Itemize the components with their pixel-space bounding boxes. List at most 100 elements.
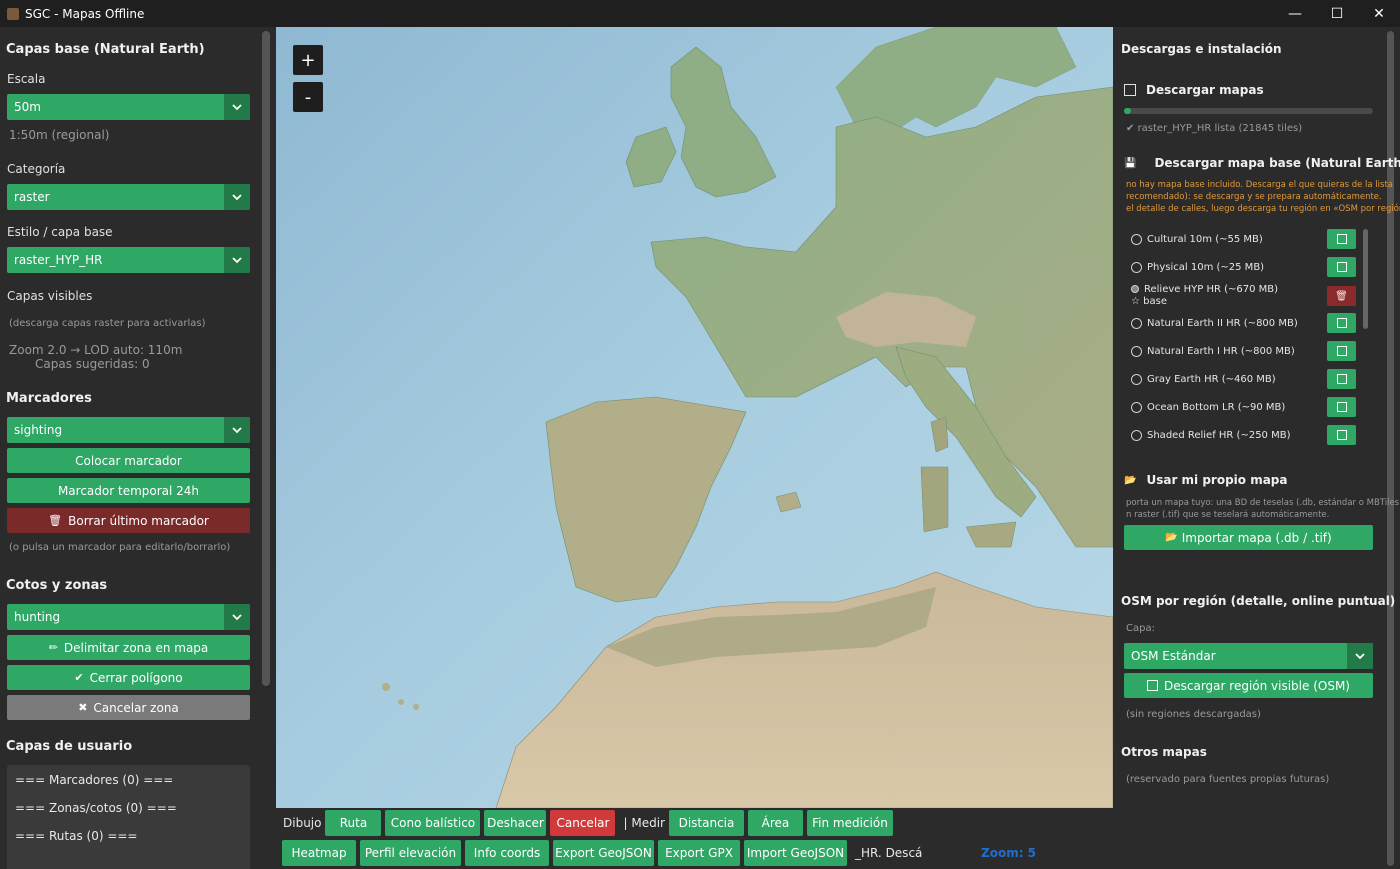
export-geojson-button[interactable]: Export GeoJSON: [553, 840, 654, 866]
download-icon: [1336, 430, 1347, 440]
marker-type-select[interactable]: sighting: [7, 417, 250, 443]
base-map-item-ne2[interactable]: Natural Earth II HR (~800 MB): [1131, 314, 1298, 332]
chevron-down-icon[interactable]: [224, 604, 250, 630]
title-bar: SGC - Mapas Offline — ☐ ✕: [0, 0, 1400, 27]
chevron-down-icon[interactable]: [224, 184, 250, 210]
right-panel: Descargas e instalación Descargar mapas …: [1115, 27, 1400, 869]
raster-ready-status: ✔ raster_HYP_HR lista (21845 tiles): [1126, 123, 1303, 134]
map-view[interactable]: + -: [276, 27, 1113, 808]
window-title: SGC - Mapas Offline: [25, 6, 145, 21]
download-visible-region-button[interactable]: Descargar región visible (OSM): [1124, 673, 1373, 698]
import-map-button[interactable]: 📂 Importar mapa (.db / .tif): [1124, 525, 1373, 550]
download-physical-button[interactable]: [1327, 257, 1356, 277]
route-button[interactable]: Ruta: [325, 810, 382, 836]
zoom-in-button[interactable]: +: [293, 45, 323, 75]
import-geojson-button[interactable]: Import GeoJSON: [744, 840, 847, 866]
download-icon: [1147, 680, 1158, 691]
temp-marker-button[interactable]: Marcador temporal 24h: [7, 478, 250, 503]
suggested-layers: Capas sugeridas: 0: [35, 357, 150, 371]
base-maps-scrollbar[interactable]: [1363, 229, 1368, 329]
place-marker-button[interactable]: Colocar marcador: [7, 448, 250, 473]
list-item[interactable]: === Zonas/cotos (0) ===: [15, 801, 177, 815]
delete-relieve-button[interactable]: 🗑: [1327, 286, 1356, 306]
chevron-down-icon[interactable]: [224, 247, 250, 273]
style-select[interactable]: raster_HYP_HR: [7, 247, 250, 273]
chevron-down-icon[interactable]: [224, 94, 250, 120]
export-gpx-button[interactable]: Export GPX: [658, 840, 740, 866]
minimize-button[interactable]: —: [1274, 0, 1316, 27]
left-scrollbar[interactable]: [262, 31, 270, 686]
elevation-profile-button[interactable]: Perfil elevación: [360, 840, 461, 866]
radio-icon[interactable]: [1131, 429, 1142, 441]
toolbar-row-2: Heatmap Perfil elevación Info coords Exp…: [282, 839, 1036, 867]
warn-line: el detalle de calles, luego descarga tu …: [1126, 204, 1400, 214]
cancel-button[interactable]: Cancelar: [550, 810, 616, 836]
end-measure-button[interactable]: Fin medición: [806, 810, 893, 836]
download-ocean-button[interactable]: [1327, 397, 1356, 417]
progress-fill: [1124, 108, 1132, 114]
osm-layer-label: Capa:: [1126, 623, 1155, 634]
category-select[interactable]: raster: [7, 184, 250, 210]
base-map-item-ne1[interactable]: Natural Earth I HR (~800 MB): [1131, 342, 1295, 360]
download-icon: [1336, 318, 1347, 328]
other-maps-title: Otros mapas: [1121, 745, 1207, 759]
list-item[interactable]: === Rutas (0) ===: [15, 829, 137, 843]
zoom-out-button[interactable]: -: [293, 82, 323, 112]
osm-title: OSM por región (detalle, online puntual): [1121, 594, 1396, 608]
window-controls: — ☐ ✕: [1274, 0, 1400, 27]
distance-button[interactable]: Distancia: [668, 810, 744, 836]
downloads-title: Descargas e instalación: [1121, 42, 1282, 56]
close-polygon-button[interactable]: ✔ Cerrar polígono: [7, 665, 250, 690]
download-ne2-button[interactable]: [1327, 313, 1356, 333]
own-map-hint: porta un mapa tuyo: una BD de teselas (.…: [1126, 498, 1400, 508]
base-map-item-ocean[interactable]: Ocean Bottom LR (~90 MB): [1131, 398, 1285, 416]
radio-icon[interactable]: [1131, 261, 1142, 273]
user-layers-title: Capas de usuario: [6, 739, 133, 754]
download-ne1-button[interactable]: [1327, 341, 1356, 361]
zoom-info: Zoom 2.0 → LOD auto: 110m: [9, 343, 183, 357]
no-regions-hint: (sin regiones descargadas): [1126, 709, 1261, 720]
delete-last-marker-button[interactable]: 🗑 Borrar último marcador: [7, 508, 250, 533]
osm-layer-value: OSM Estándar: [1131, 649, 1216, 663]
map-canvas[interactable]: [276, 27, 1113, 808]
list-item[interactable]: === Marcadores (0) ===: [15, 773, 173, 787]
download-icon: [1336, 402, 1347, 412]
radio-icon[interactable]: [1131, 317, 1142, 329]
radio-icon[interactable]: [1131, 345, 1142, 357]
download-icon: [1336, 234, 1347, 244]
download-cultural-button[interactable]: [1327, 229, 1356, 249]
radio-icon[interactable]: [1131, 401, 1142, 413]
close-button[interactable]: ✕: [1358, 0, 1400, 27]
download-shaded-button[interactable]: [1327, 425, 1356, 445]
user-layers-list[interactable]: === Marcadores (0) === === Zonas/cotos (…: [7, 765, 250, 869]
heatmap-button[interactable]: Heatmap: [282, 840, 356, 866]
download-base-header: 💾 Descargar mapa base (Natural Earth): [1124, 156, 1400, 170]
check-icon: ✔: [74, 671, 84, 684]
osm-layer-select[interactable]: OSM Estándar: [1124, 643, 1373, 669]
chevron-down-icon[interactable]: [1347, 643, 1373, 669]
download-gray-button[interactable]: [1327, 369, 1356, 389]
radio-icon[interactable]: [1131, 373, 1142, 385]
trash-icon: 🗑: [48, 514, 63, 527]
undo-button[interactable]: Deshacer: [484, 810, 547, 836]
maximize-button[interactable]: ☐: [1316, 0, 1358, 27]
ballistic-cone-button[interactable]: Cono balístico: [385, 810, 481, 836]
chevron-down-icon[interactable]: [224, 417, 250, 443]
base-map-item-gray[interactable]: Gray Earth HR (~460 MB): [1131, 370, 1276, 388]
download-maps-label: Descargar mapas: [1146, 83, 1264, 97]
download-base-label: Descargar mapa base (Natural Earth): [1154, 156, 1400, 170]
radio-icon[interactable]: [1131, 233, 1142, 245]
marker-type-value: sighting: [14, 423, 63, 437]
delimit-zone-button[interactable]: ✏ Delimitar zona en mapa: [7, 635, 250, 660]
coords-info-button[interactable]: Info coords: [465, 840, 549, 866]
cancel-zone-button[interactable]: ✖ Cancelar zona: [7, 695, 250, 720]
base-map-sub: ☆ base: [1131, 295, 1167, 307]
zone-type-select[interactable]: hunting: [7, 604, 250, 630]
base-map-item-shaded[interactable]: Shaded Relief HR (~250 MB): [1131, 426, 1290, 444]
download-progress: [1124, 108, 1373, 114]
area-button[interactable]: Área: [747, 810, 803, 836]
base-map-item-cultural[interactable]: Cultural 10m (~55 MB): [1131, 230, 1263, 248]
base-map-item-physical[interactable]: Physical 10m (~25 MB): [1131, 258, 1264, 276]
delimit-zone-label: Delimitar zona en mapa: [63, 640, 209, 655]
scale-select[interactable]: 50m: [7, 94, 250, 120]
